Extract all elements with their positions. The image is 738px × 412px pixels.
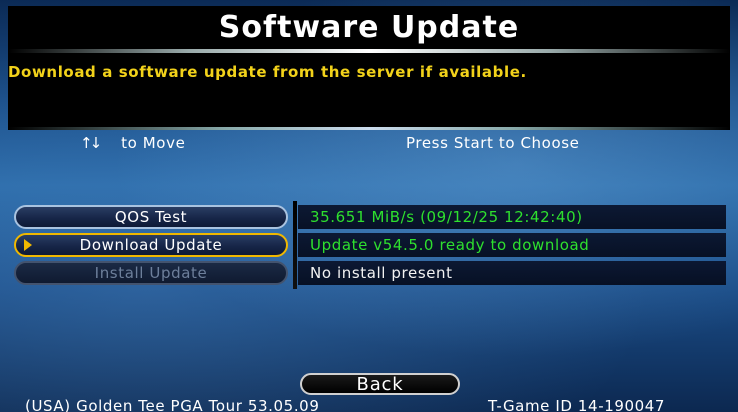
- choose-hint: Press Start to Choose: [406, 134, 580, 152]
- move-hint-label: to Move: [121, 134, 186, 152]
- software-update-screen: Software Update Download a software upda…: [0, 0, 738, 412]
- game-id-text: T-Game ID 14-190047: [488, 397, 666, 412]
- title-bar: Software Update: [8, 6, 730, 49]
- page-title: Software Update: [218, 10, 520, 45]
- up-down-arrows-icon: ↑↓: [80, 134, 102, 152]
- qos-status: 35.651 MiB/s (09/12/25 12:42:40): [298, 205, 726, 229]
- description-divider: [8, 127, 730, 130]
- game-version-text: (USA) Golden Tee PGA Tour 53.05.09: [25, 397, 320, 412]
- qos-test-button[interactable]: QOS Test: [14, 205, 288, 229]
- vertical-divider: [293, 201, 297, 289]
- back-label: Back: [356, 373, 404, 395]
- install-update-label: Install Update: [94, 264, 208, 282]
- selection-arrow-icon: [24, 239, 32, 251]
- download-update-label: Download Update: [79, 236, 223, 254]
- back-button[interactable]: Back: [300, 373, 460, 395]
- install-update-button[interactable]: Install Update: [14, 261, 288, 285]
- description-panel: Download a software update from the serv…: [8, 53, 730, 127]
- description-text: Download a software update from the serv…: [8, 63, 527, 81]
- install-status: No install present: [298, 261, 726, 285]
- qos-test-label: QOS Test: [114, 208, 188, 226]
- move-hint: ↑↓ to Move: [80, 134, 185, 152]
- download-status: Update v54.5.0 ready to download: [298, 233, 726, 257]
- download-update-button[interactable]: Download Update: [14, 233, 288, 257]
